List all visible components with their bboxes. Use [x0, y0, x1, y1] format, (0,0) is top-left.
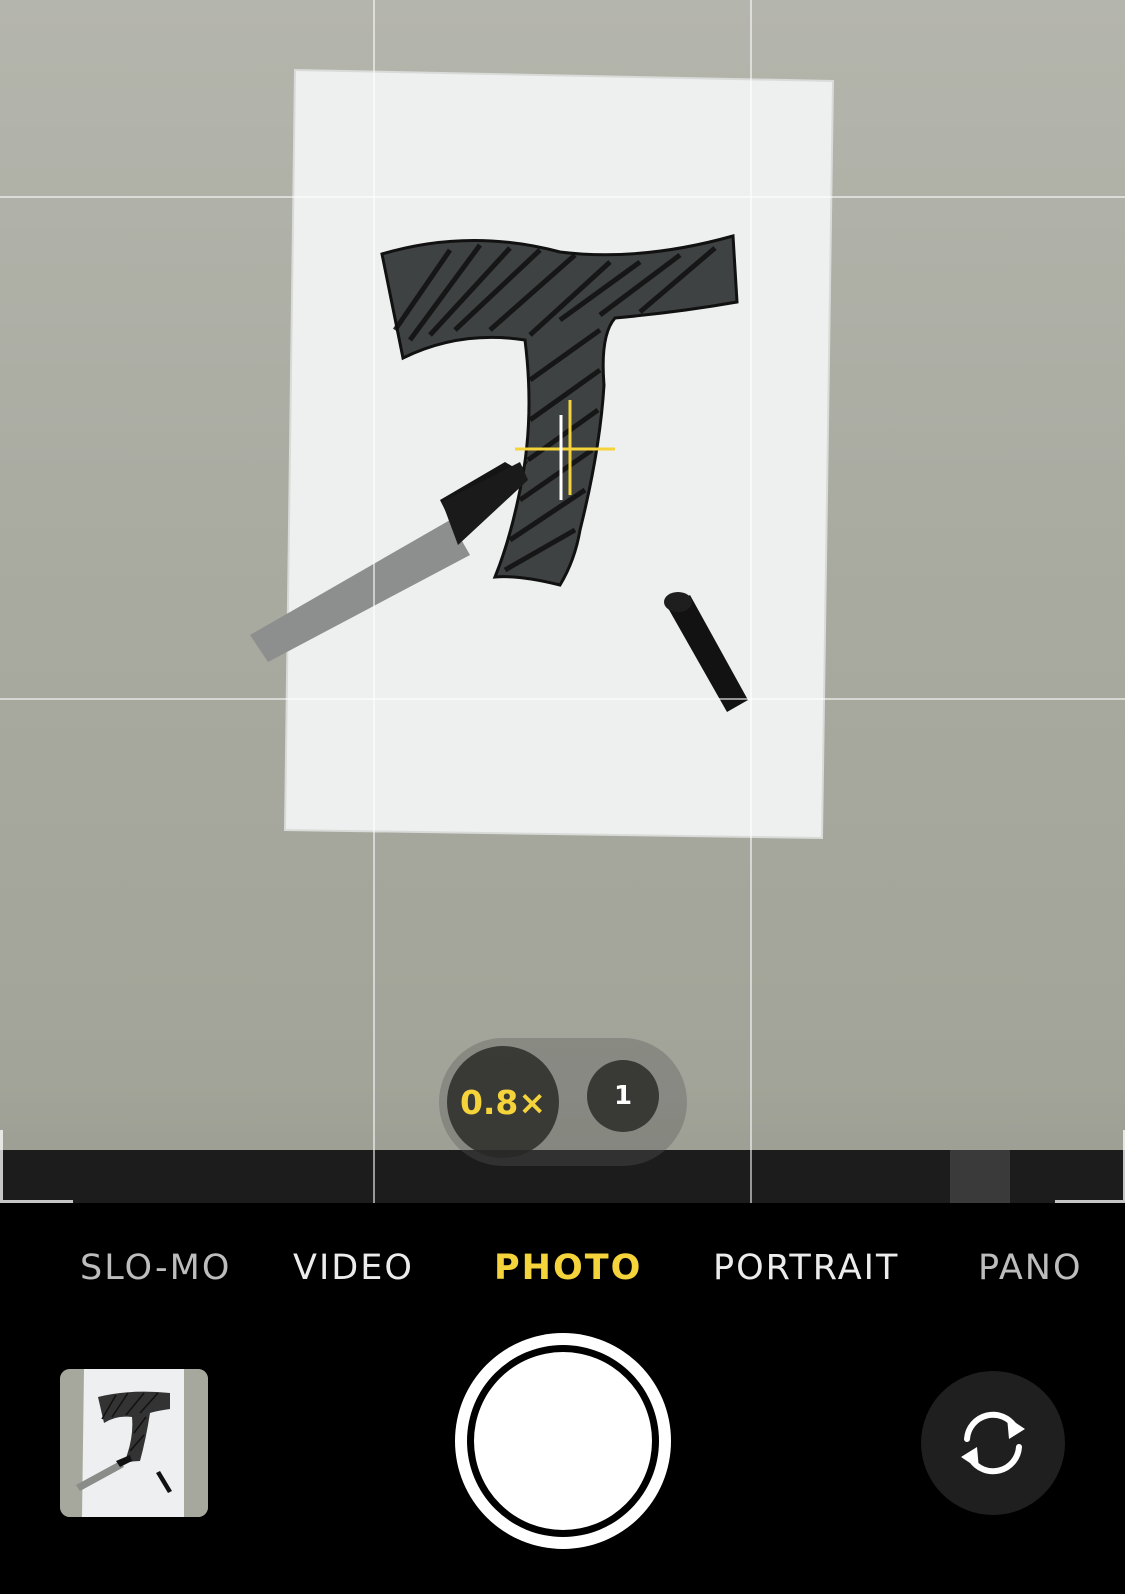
camera-flip-button[interactable] — [921, 1371, 1065, 1515]
grid-line-vertical-1 — [373, 0, 375, 1203]
camera-flip-icon — [961, 1411, 1025, 1475]
grid-line-horizontal-1 — [0, 196, 1125, 198]
zoom-0.8x-button[interactable]: 0.8× — [447, 1046, 559, 1158]
viewfinder-scene — [0, 68, 1125, 1203]
grid-line-horizontal-2 — [0, 698, 1125, 700]
shutter-button[interactable] — [474, 1352, 652, 1530]
focus-crosshair-icon — [515, 400, 615, 500]
mode-photo[interactable]: PHOTO — [494, 1230, 642, 1306]
mode-portrait[interactable]: PORTRAIT — [713, 1230, 899, 1306]
frame-corner-bottom-left — [0, 1130, 73, 1203]
last-photo-thumbnail[interactable] — [60, 1369, 208, 1517]
desk-object — [950, 1150, 1010, 1203]
grid-line-vertical-2 — [750, 0, 752, 1203]
zoom-1x-button[interactable]: 1 — [587, 1060, 659, 1132]
camera-viewfinder[interactable]: 0.8× 1 — [0, 0, 1125, 1203]
mode-pano[interactable]: PANO — [978, 1230, 1083, 1306]
mode-video[interactable]: VIDEO — [293, 1230, 414, 1306]
frame-corner-bottom-right — [1055, 1130, 1125, 1203]
thumbnail-image — [60, 1369, 208, 1517]
camera-mode-picker[interactable]: SLO-MO VIDEO PHOTO PORTRAIT PANO — [0, 1230, 1125, 1306]
mode-slo-mo[interactable]: SLO-MO — [80, 1230, 231, 1306]
